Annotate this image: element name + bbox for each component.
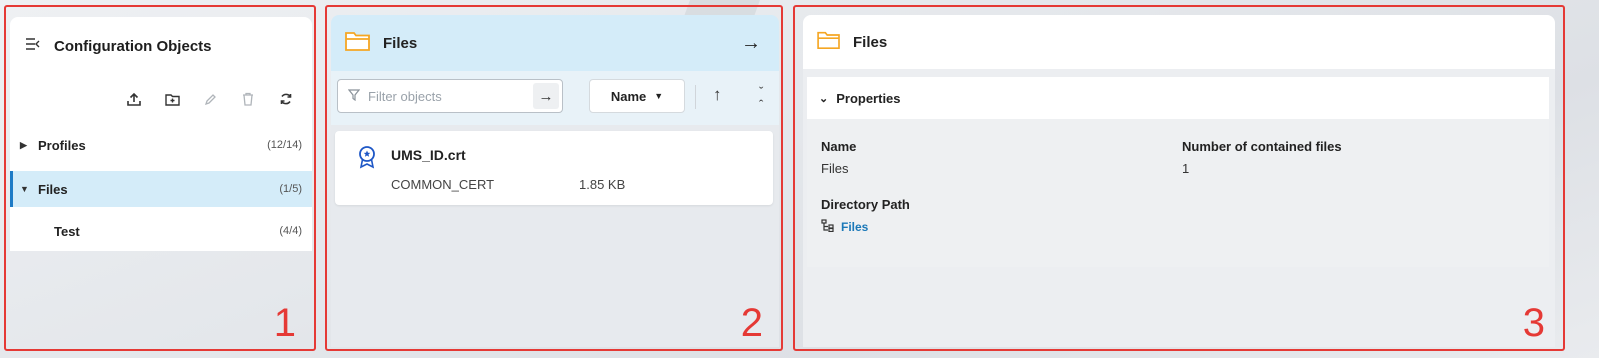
panel-title: Files xyxy=(853,33,888,51)
arrow-right-icon[interactable]: → xyxy=(741,32,761,55)
directory-path-link[interactable]: Files xyxy=(821,219,868,235)
divider xyxy=(695,85,696,109)
apply-filter-button[interactable]: → xyxy=(533,83,559,109)
certificate-icon xyxy=(357,145,377,174)
folder-icon xyxy=(817,30,841,55)
refresh-icon[interactable] xyxy=(276,89,296,109)
filter-icon xyxy=(347,88,361,104)
file-name: UMS_ID.crt xyxy=(391,147,466,163)
tree-item-count: (1/5) xyxy=(279,183,302,195)
edit-icon[interactable] xyxy=(200,89,220,109)
tree-item-label: Test xyxy=(54,223,80,239)
upload-icon[interactable] xyxy=(124,89,144,109)
tree-structure-icon xyxy=(821,219,835,235)
details-panel: Files ⌄ Properties Name Files Number of … xyxy=(793,5,1565,351)
file-list: UMS_ID.crt COMMON_CERT 1.85 KB xyxy=(331,125,779,347)
name-value: Files xyxy=(821,161,849,176)
filter-input[interactable]: Filter objects → xyxy=(337,79,563,113)
configuration-objects-panel: Configuration Objects ▶ Profiles (12/14) xyxy=(4,5,316,351)
collapse-menu-icon[interactable] xyxy=(26,37,40,55)
caret-down-icon[interactable]: ▼ xyxy=(20,184,30,194)
tree-item-count: (12/14) xyxy=(267,139,302,151)
caret-right-icon[interactable]: ▶ xyxy=(20,140,30,151)
annotation-number: 3 xyxy=(1522,301,1545,345)
collapse-all-icon[interactable]: ˇˆ xyxy=(759,85,763,111)
file-type: COMMON_CERT xyxy=(391,177,495,192)
tree-item-files[interactable]: ▼ Files (1/5) xyxy=(10,171,312,207)
tree-item-test[interactable]: Test (4/4) xyxy=(10,213,312,249)
sort-field-label: Name xyxy=(610,88,647,104)
tree-container: ▶ Profiles (12/14) ▼ Files (1/5) Test (4… xyxy=(10,75,312,251)
chevron-down-icon[interactable]: ⌄ xyxy=(819,92,828,105)
files-list-panel: Files → Filter objects → Name ▼ ↑ ˇˆ UMS… xyxy=(325,5,783,351)
contained-files-label: Number of contained files xyxy=(1182,139,1342,154)
annotation-number: 1 xyxy=(273,301,296,345)
annotation-number: 2 xyxy=(740,301,763,345)
folder-icon xyxy=(345,30,371,57)
sort-field-select[interactable]: Name ▼ xyxy=(589,79,685,113)
name-label: Name xyxy=(821,139,857,154)
panel-header: Configuration Objects xyxy=(10,17,312,75)
panel-header: Files xyxy=(803,15,1555,69)
filter-placeholder: Filter objects xyxy=(368,88,442,104)
tree-item-label: Files xyxy=(38,181,68,197)
sort-ascending-icon[interactable]: ↑ xyxy=(713,85,722,105)
add-folder-icon[interactable] xyxy=(162,89,182,109)
properties-header[interactable]: ⌄ Properties xyxy=(807,77,1549,119)
contained-files-value: 1 xyxy=(1182,161,1190,176)
directory-path-value: Files xyxy=(841,220,869,234)
panel-title: Files xyxy=(383,34,418,52)
tree-item-label: Profiles xyxy=(38,137,86,153)
list-toolbar: Filter objects → Name ▼ ↑ ˇˆ xyxy=(331,71,779,125)
file-size: 1.85 KB xyxy=(579,177,626,192)
section-title: Properties xyxy=(836,90,901,106)
dropdown-icon: ▼ xyxy=(654,91,664,101)
details-body: ⌄ Properties Name Files Number of contai… xyxy=(803,69,1555,347)
panel-title: Configuration Objects xyxy=(54,37,212,55)
tree-item-count: (4/4) xyxy=(279,225,302,237)
tree-toolbar xyxy=(124,89,296,109)
tree-item-profiles[interactable]: ▶ Profiles (12/14) xyxy=(10,127,312,163)
list-item[interactable]: UMS_ID.crt COMMON_CERT 1.85 KB xyxy=(335,131,773,205)
properties-section: ⌄ Properties Name Files Number of contai… xyxy=(807,77,1549,267)
directory-path-label: Directory Path xyxy=(821,197,910,212)
panel-header: Files → xyxy=(331,15,779,71)
delete-icon[interactable] xyxy=(238,89,258,109)
